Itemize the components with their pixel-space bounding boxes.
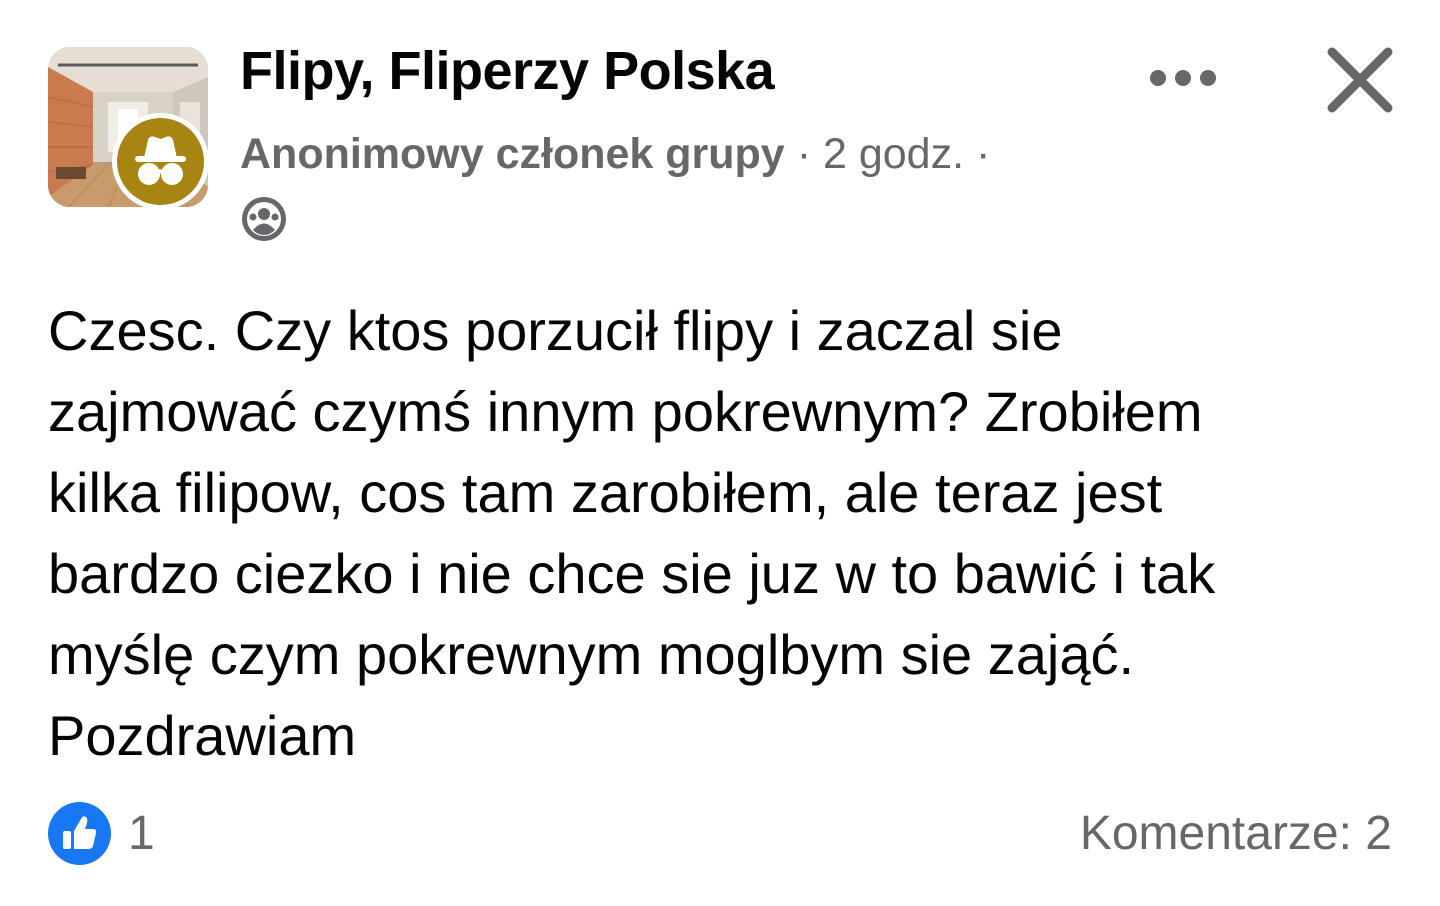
like-icon[interactable] xyxy=(48,802,111,865)
more-dots-icon xyxy=(1150,70,1216,86)
close-icon xyxy=(1327,47,1393,113)
anonymous-badge xyxy=(112,113,209,210)
meta-separator-trailing: · xyxy=(975,130,991,178)
incognito-icon xyxy=(135,136,186,185)
group-avatar[interactable] xyxy=(48,47,211,210)
more-options-button[interactable] xyxy=(1136,52,1232,104)
post-meta: Anonimowy członek grupy · 2 godz. · xyxy=(240,130,990,179)
group-members-icon xyxy=(240,195,288,243)
post-card: Flipy, Fliperzy Polska Anonimowy członek… xyxy=(0,0,1440,906)
comments-count-link[interactable]: Komentarze: 2 xyxy=(1080,806,1392,861)
meta-separator: · xyxy=(796,130,812,178)
post-time[interactable]: 2 godz. xyxy=(823,130,964,178)
post-body: Czesc. Czy ktos porzucił flipy i zaczal … xyxy=(48,299,1216,767)
reaction-count[interactable]: 1 xyxy=(128,806,155,861)
group-name[interactable]: Flipy, Fliperzy Polska xyxy=(240,40,775,102)
author-name[interactable]: Anonimowy członek grupy xyxy=(240,130,785,178)
close-button[interactable] xyxy=(1318,38,1402,122)
